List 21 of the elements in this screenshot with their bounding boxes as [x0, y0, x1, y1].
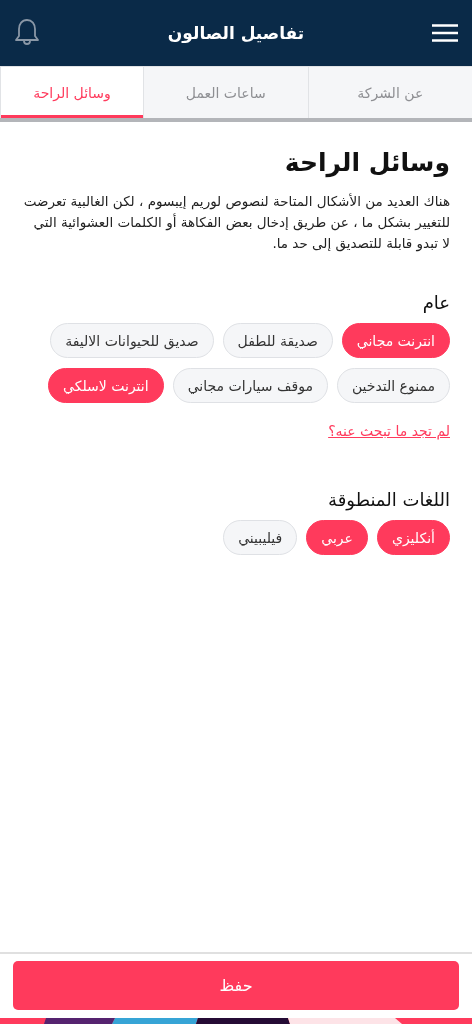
amenity-chip[interactable]: فيليبيني — [223, 520, 298, 555]
tab[interactable]: وسائل الراحة — [0, 66, 143, 118]
help-link[interactable]: لم تجد ما تبحث عنه؟ — [328, 423, 450, 439]
amenity-chip[interactable]: انترنت مجاني — [341, 323, 450, 358]
amenity-chip[interactable]: انترنت لاسلكي — [48, 368, 164, 403]
amenity-chip[interactable]: صديقة للطفل — [222, 323, 333, 358]
tab[interactable]: ساعات العمل — [143, 66, 308, 118]
amenity-chip[interactable]: عربي — [306, 520, 368, 555]
tab[interactable]: عن الشركة — [307, 66, 472, 118]
screen-title: تفاصيل الصالون — [167, 23, 305, 43]
amenity-chip[interactable]: موقف سيارات مجاني — [172, 368, 328, 403]
save-button[interactable]: حفظ — [13, 961, 459, 1010]
description-text: هناك العديد من الأشكال المتاحة لنصوص لوريم إيبسوم ، لكن الغالبية تعرضت للتغيير بشكل ما ، عن طريق إدخال بعض الفكاهة أو الكلمات العشوائية التي لا تبدو قابلة للتصديق إلى حد ما. — [22, 192, 450, 254]
amenity-chip[interactable]: صديق للحيوانات الاليفة — [50, 323, 214, 358]
group-title: اللغات المنطوقة — [327, 489, 450, 510]
amenity-chip[interactable]: ممنوع التدخين — [336, 368, 450, 403]
amenity-chip[interactable]: أنكليزي — [376, 520, 450, 555]
menu-icon[interactable] — [432, 24, 458, 42]
notification-bell-icon[interactable] — [14, 18, 40, 48]
group-title: عام — [421, 292, 450, 313]
section-title: وسائل الراحة — [283, 148, 450, 177]
